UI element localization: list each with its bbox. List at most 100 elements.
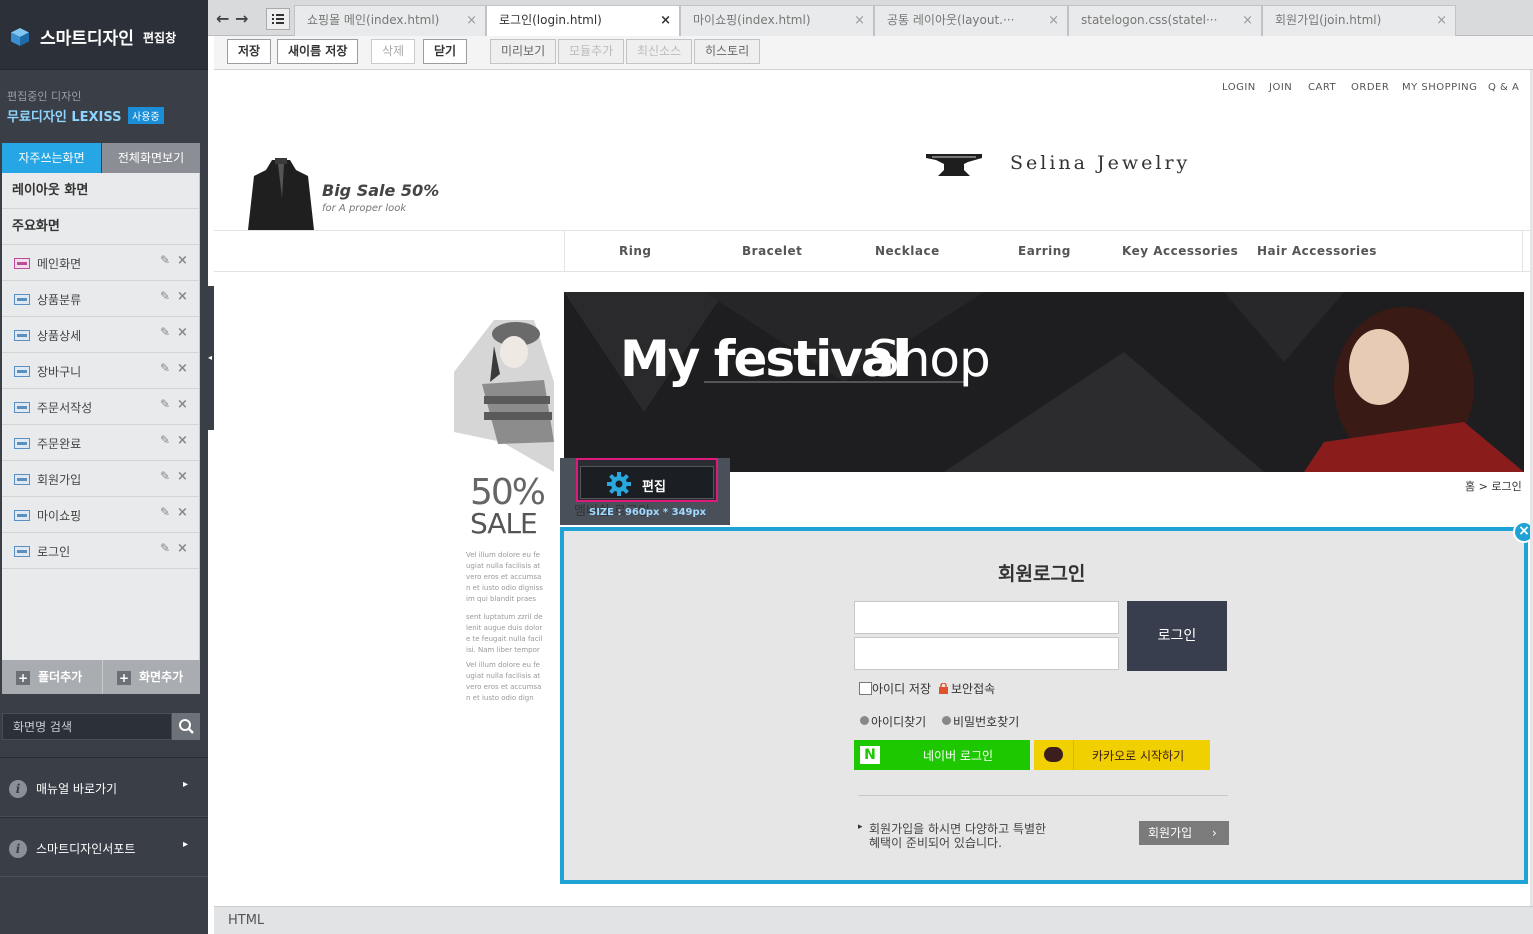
edit-button-label[interactable]: 편집 <box>642 476 666 495</box>
close-icon[interactable]: × <box>177 433 188 448</box>
kakao-login-label[interactable]: 카카오로 시작하기 <box>1092 747 1184 764</box>
util-link-login[interactable]: LOGIN <box>1222 82 1256 93</box>
support-link[interactable]: i 스마트디자인서포트 ▸ <box>0 817 208 877</box>
login-button[interactable]: 로그인 <box>1127 601 1227 671</box>
search-button[interactable] <box>172 713 200 740</box>
pencil-icon[interactable]: ✎ <box>160 505 170 519</box>
find-password-link[interactable]: 비밀번호찾기 <box>953 713 1019 730</box>
close-icon[interactable]: × <box>1048 6 1059 35</box>
password-field[interactable] <box>854 637 1119 670</box>
banner-title: My festival <box>620 330 910 388</box>
gnb-key-accessories[interactable]: Key Accessories <box>1122 244 1238 258</box>
gnb-bracelet[interactable]: Bracelet <box>742 244 802 258</box>
secure-login-label[interactable]: 보안접속 <box>951 680 995 697</box>
tab-myshop[interactable]: 마이쇼핑(index.html) × <box>680 5 874 36</box>
tab-list-icon[interactable] <box>266 8 290 30</box>
side-banner-photo[interactable] <box>454 312 554 472</box>
naver-login-label[interactable]: 네이버 로그인 <box>923 747 993 764</box>
member-id-field[interactable] <box>854 601 1119 634</box>
pencil-icon[interactable]: ✎ <box>160 361 170 375</box>
side-sale-word: SALE <box>470 507 538 540</box>
pencil-icon[interactable]: ✎ <box>160 325 170 339</box>
add-screen-button[interactable]: + 화면추가 <box>102 660 200 694</box>
lock-icon <box>939 683 948 694</box>
design-name[interactable]: 무료디자인 LEXISS <box>7 106 122 125</box>
close-icon[interactable]: × <box>854 6 865 35</box>
page-icon <box>14 546 30 557</box>
screen-item-cart[interactable]: 장바구니 ✎ × <box>2 353 199 389</box>
close-icon[interactable]: × <box>177 469 188 484</box>
tab-login[interactable]: 로그인(login.html) × <box>486 5 680 37</box>
screen-item-category[interactable]: 상품분류 ✎ × <box>2 281 199 317</box>
gnb-necklace[interactable]: Necklace <box>875 244 940 258</box>
tab-frequent-screens[interactable]: 자주쓰는화면 <box>2 143 101 173</box>
util-link-join[interactable]: JOIN <box>1269 82 1292 93</box>
screen-item-join[interactable]: 회원가입 ✎ × <box>2 461 199 497</box>
tab-common-layout[interactable]: 공통 레이아웃(layout.··· × <box>874 5 1068 36</box>
pencil-icon[interactable]: ✎ <box>160 433 170 447</box>
util-link-cart[interactable]: CART <box>1308 82 1336 93</box>
tab-join[interactable]: 회원가입(join.html) × <box>1262 5 1456 36</box>
page-icon <box>14 402 30 413</box>
util-link-myshopping[interactable]: MY SHOPPING <box>1402 82 1477 93</box>
manual-link[interactable]: i 매뉴얼 바로가기 ▸ <box>0 757 208 817</box>
close-icon[interactable]: × <box>1436 6 1447 35</box>
util-link-order[interactable]: ORDER <box>1351 82 1389 93</box>
delete-button[interactable]: 삭제 <box>371 39 416 64</box>
gnb-ring[interactable]: Ring <box>619 244 652 258</box>
save-as-button[interactable]: 새이름 저장 <box>277 39 359 64</box>
remember-id-label[interactable]: 아이디 저장 <box>872 680 931 697</box>
tab-shop-main[interactable]: 쇼핑몰 메인(index.html) × <box>294 5 486 36</box>
add-module-button[interactable]: 모듈추가 <box>558 39 625 64</box>
screen-item-myshop[interactable]: 마이쇼핑 ✎ × <box>2 497 199 533</box>
close-icon[interactable]: × <box>660 6 671 35</box>
close-icon[interactable]: × <box>466 6 477 35</box>
close-icon[interactable]: × <box>1242 6 1253 35</box>
screen-item-order-form[interactable]: 주문서작성 ✎ × <box>2 389 199 425</box>
jacket-image[interactable] <box>242 158 320 230</box>
close-icon[interactable]: × <box>177 253 188 268</box>
tab-all-screens[interactable]: 전체화면보기 <box>102 143 200 173</box>
close-icon[interactable]: × <box>177 505 188 520</box>
save-button[interactable]: 저장 <box>227 39 272 64</box>
util-link-qna[interactable]: Q & A <box>1488 82 1519 93</box>
pencil-icon[interactable]: ✎ <box>160 541 170 555</box>
screen-item-detail[interactable]: 상품상세 ✎ × <box>2 317 199 353</box>
latest-source-button[interactable]: 최신소스 <box>626 39 693 64</box>
pencil-icon[interactable]: ✎ <box>160 289 170 303</box>
pencil-icon[interactable]: ✎ <box>160 253 170 267</box>
history-button[interactable]: 히스토리 <box>694 39 761 64</box>
back-arrow-icon[interactable]: ← <box>216 9 229 28</box>
screen-item-login[interactable]: 로그인 ✎ × <box>2 533 199 569</box>
breadcrumb[interactable]: 홈 > 로그인 <box>1465 478 1522 494</box>
group-layout-screens[interactable]: 레이아웃 화면 <box>2 173 199 209</box>
anvil-logo-icon[interactable] <box>924 150 984 180</box>
ad-title[interactable]: Big Sale 50% <box>322 181 439 200</box>
close-icon[interactable]: × <box>177 541 188 556</box>
pencil-icon[interactable]: ✎ <box>160 397 170 411</box>
html-mode-tab[interactable]: HTML <box>228 913 264 928</box>
preview-button[interactable]: 미리보기 <box>490 39 557 64</box>
chevron-right-icon[interactable]: › <box>1212 821 1217 845</box>
gnb-hair-accessories[interactable]: Hair Accessories <box>1257 244 1377 258</box>
remember-id-checkbox[interactable] <box>859 682 872 695</box>
forward-arrow-icon[interactable]: → <box>235 9 248 28</box>
brand-name[interactable]: Selina Jewelry <box>1010 152 1190 174</box>
screen-item-order-complete[interactable]: 주문완료 ✎ × <box>2 425 199 461</box>
pencil-icon[interactable]: ✎ <box>160 469 170 483</box>
close-icon[interactable]: × <box>177 361 188 376</box>
screen-item-label: 장바구니 <box>37 365 82 379</box>
close-icon[interactable]: × <box>177 325 188 340</box>
group-main-screens[interactable]: 주요화면 <box>2 209 199 245</box>
screen-search-input[interactable]: 화면명 검색 <box>2 713 172 740</box>
tab-label: statelogon.css(statel··· <box>1081 13 1218 27</box>
tab-statelogon-css[interactable]: statelogon.css(statel··· × <box>1068 5 1262 36</box>
close-icon[interactable]: × <box>177 397 188 412</box>
add-folder-button[interactable]: + 폴더추가 <box>2 660 101 694</box>
find-id-link[interactable]: 아이디찾기 <box>871 713 926 730</box>
gnb-earring[interactable]: Earring <box>1018 244 1071 258</box>
screen-item-main[interactable]: 메인화면 ✎ × <box>2 245 199 281</box>
caret-right-icon: ▸ <box>183 839 189 850</box>
close-button[interactable]: 닫기 <box>423 39 468 64</box>
close-icon[interactable]: × <box>177 289 188 304</box>
